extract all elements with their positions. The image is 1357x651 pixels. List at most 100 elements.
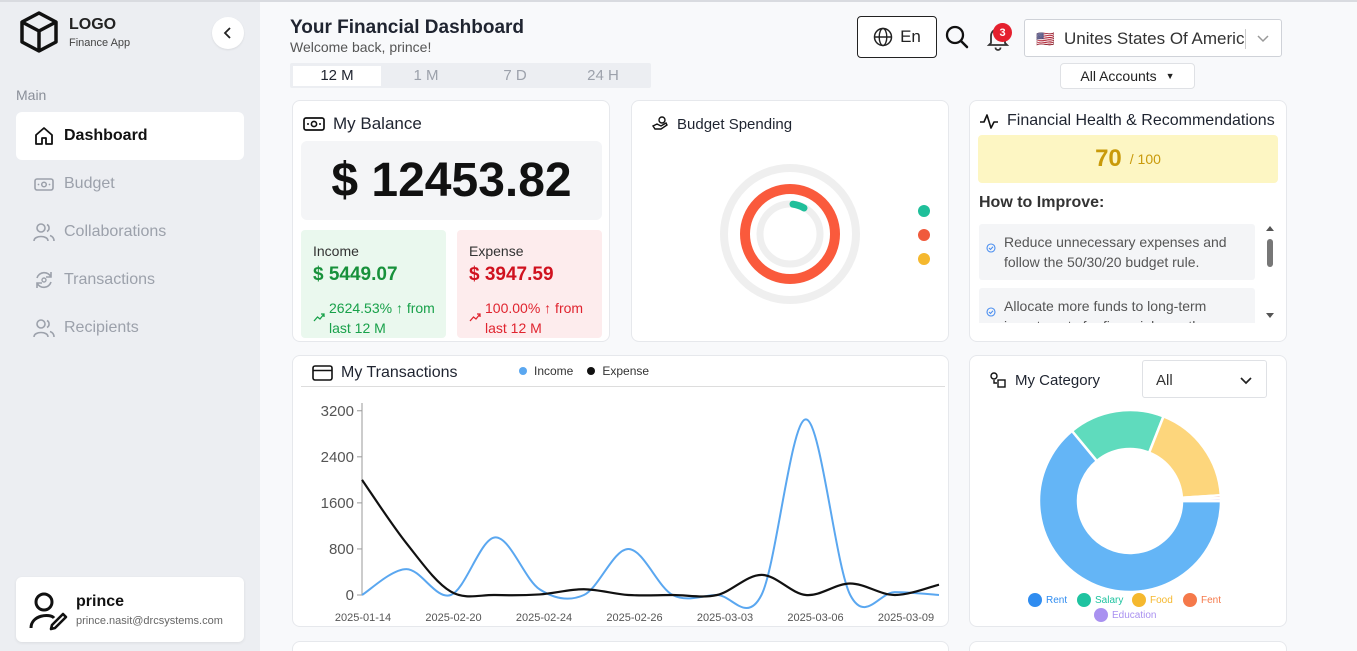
search-icon[interactable] [944, 24, 970, 50]
x-tick-label: 2025-03-03 [697, 612, 753, 624]
x-tick-label: 2025-02-24 [516, 612, 572, 624]
income-change: 2624.53% ↑ from last 12 M [329, 300, 435, 336]
transactions-card-title: My Transactions [312, 364, 457, 382]
language-button[interactable]: En [857, 16, 937, 58]
y-tick-label: 800 [329, 541, 354, 558]
sidebar-item-label: Recipients [64, 319, 139, 336]
nav-section-label: Main [16, 87, 47, 103]
legend-salary: Salary [1077, 593, 1123, 607]
trend-up-icon [313, 313, 325, 322]
sidebar-item-label: Dashboard [64, 127, 148, 144]
recommendation-text: Allocate more funds to long-term investm… [1004, 298, 1207, 323]
legend-education: Education [1094, 608, 1156, 622]
y-tick-label: 0 [346, 587, 354, 604]
users-icon [33, 221, 55, 243]
wallet-icon [33, 173, 55, 195]
recommendation-item: Allocate more funds to long-term investm… [979, 288, 1255, 323]
score-max: / 100 [1129, 151, 1161, 167]
chevron-down-icon [1240, 377, 1252, 385]
category-card-title: My Category [989, 371, 1100, 389]
pulse-icon [980, 114, 998, 129]
legend-rent: Rent [1028, 593, 1067, 607]
country-select[interactable]: 🇺🇸 Unites States Of Americ [1024, 19, 1282, 57]
recommendations-list: Reduce unnecessary expenses and follow t… [979, 221, 1259, 323]
legend-label: Salary [1095, 594, 1124, 606]
legend-income: Income [519, 364, 573, 378]
income-value: $ 5449.07 [313, 264, 398, 285]
sidebar-item-budget[interactable]: Budget [16, 160, 244, 208]
legend-expense: Expense [587, 364, 649, 378]
health-card: Financial Health & Recommendations 70 / … [969, 100, 1287, 342]
category-card: My Category All Rent Salary Food Fent Ed… [969, 355, 1287, 627]
tab-7d[interactable]: 7 D [471, 66, 559, 86]
us-flag-icon: 🇺🇸 [1036, 31, 1055, 48]
welcome-message: Welcome back, prince! [290, 39, 432, 55]
home-icon [33, 125, 55, 147]
users-icon [33, 317, 55, 339]
legend-label: Expense [602, 364, 650, 378]
transactions-title-text: My Transactions [341, 364, 458, 381]
category-filter-select[interactable]: All [1142, 360, 1267, 398]
budget-card: Budget Spending [631, 100, 949, 342]
expense-change: 100.00% ↑ from last 12 M [485, 300, 584, 336]
legend-dot-red [918, 229, 930, 241]
tab-24h[interactable]: 24 H [559, 66, 647, 86]
legend-food: Food [1132, 593, 1173, 607]
income-box: Income $ 5449.07 2624.53% ↑ from last 12… [301, 230, 446, 338]
user-name: prince [76, 593, 125, 610]
money-hand-icon [651, 116, 668, 130]
notification-badge: 3 [993, 23, 1012, 42]
collapse-sidebar-button[interactable] [212, 17, 244, 49]
legend-label: Fent [1201, 594, 1222, 606]
y-tick-label: 3200 [321, 403, 354, 420]
balance-title-text: My Balance [333, 114, 422, 133]
expense-value: $ 3947.59 [469, 264, 554, 285]
budget-ring-chart [720, 164, 860, 304]
check-circle-icon [986, 307, 996, 317]
inner-progress-arc [789, 200, 808, 212]
category-filter-value: All [1156, 372, 1173, 389]
legend-label: Rent [1046, 594, 1068, 606]
expense-box: Expense $ 3947.59 100.00% ↑ from last 12… [457, 230, 602, 338]
user-profile-card[interactable]: prince prince.nasit@drcsystems.com [16, 577, 244, 642]
recommendations-scrollbar[interactable] [1264, 221, 1276, 323]
legend-label: Food [1150, 594, 1173, 606]
slice-education [1180, 496, 1223, 503]
series-line-expense [361, 479, 940, 598]
transactions-line-chart: 0 800 1600 2400 3200 2025-01-14 2025-02-20 2025… [321, 403, 940, 624]
sidebar-item-collaborations[interactable]: Collaborations [16, 208, 244, 256]
improve-title: How to Improve: [979, 194, 1105, 211]
time-range-tabs: 12 M 1 M 7 D 24 H [290, 63, 651, 88]
score-value: 70 [1095, 145, 1122, 172]
sidebar-item-dashboard[interactable]: Dashboard [16, 112, 244, 160]
cube-logo-icon [20, 11, 58, 53]
x-tick-label: 2025-02-26 [606, 612, 662, 624]
globe-icon [873, 27, 893, 47]
accounts-label: All Accounts [1080, 68, 1157, 84]
legend-fent: Fent [1183, 593, 1221, 607]
accounts-dropdown[interactable]: All Accounts ▼ [1060, 63, 1195, 89]
sidebar-item-transactions[interactable]: Transactions [16, 256, 244, 304]
tab-1m[interactable]: 1 M [382, 66, 470, 86]
health-title-text: Financial Health & Recommendations [1007, 112, 1275, 129]
expense-label: Expense [469, 243, 524, 259]
x-tick-label: 2025-02-20 [425, 612, 481, 624]
user-avatar-icon [29, 592, 68, 631]
chart-legend: Income Expense [519, 364, 663, 378]
select-divider [1245, 29, 1246, 49]
category-title-text: My Category [1015, 371, 1101, 389]
health-score: 70 / 100 [978, 135, 1278, 183]
y-tick-label: 2400 [321, 449, 354, 466]
sidebar-item-label: Collaborations [64, 223, 167, 240]
sidebar-item-label: Budget [64, 175, 115, 192]
shapes-icon [990, 372, 1006, 388]
chevron-left-icon [223, 27, 231, 39]
trend-up-icon [469, 313, 481, 322]
page-title: Your Financial Dashboard [290, 17, 525, 38]
check-circle-icon [986, 243, 996, 253]
series-line-income [361, 418, 940, 609]
tab-12m[interactable]: 12 M [293, 66, 381, 86]
language-label: En [900, 27, 921, 46]
logo-title: LOGO [69, 16, 117, 33]
sidebar-item-recipients[interactable]: Recipients [16, 304, 244, 352]
